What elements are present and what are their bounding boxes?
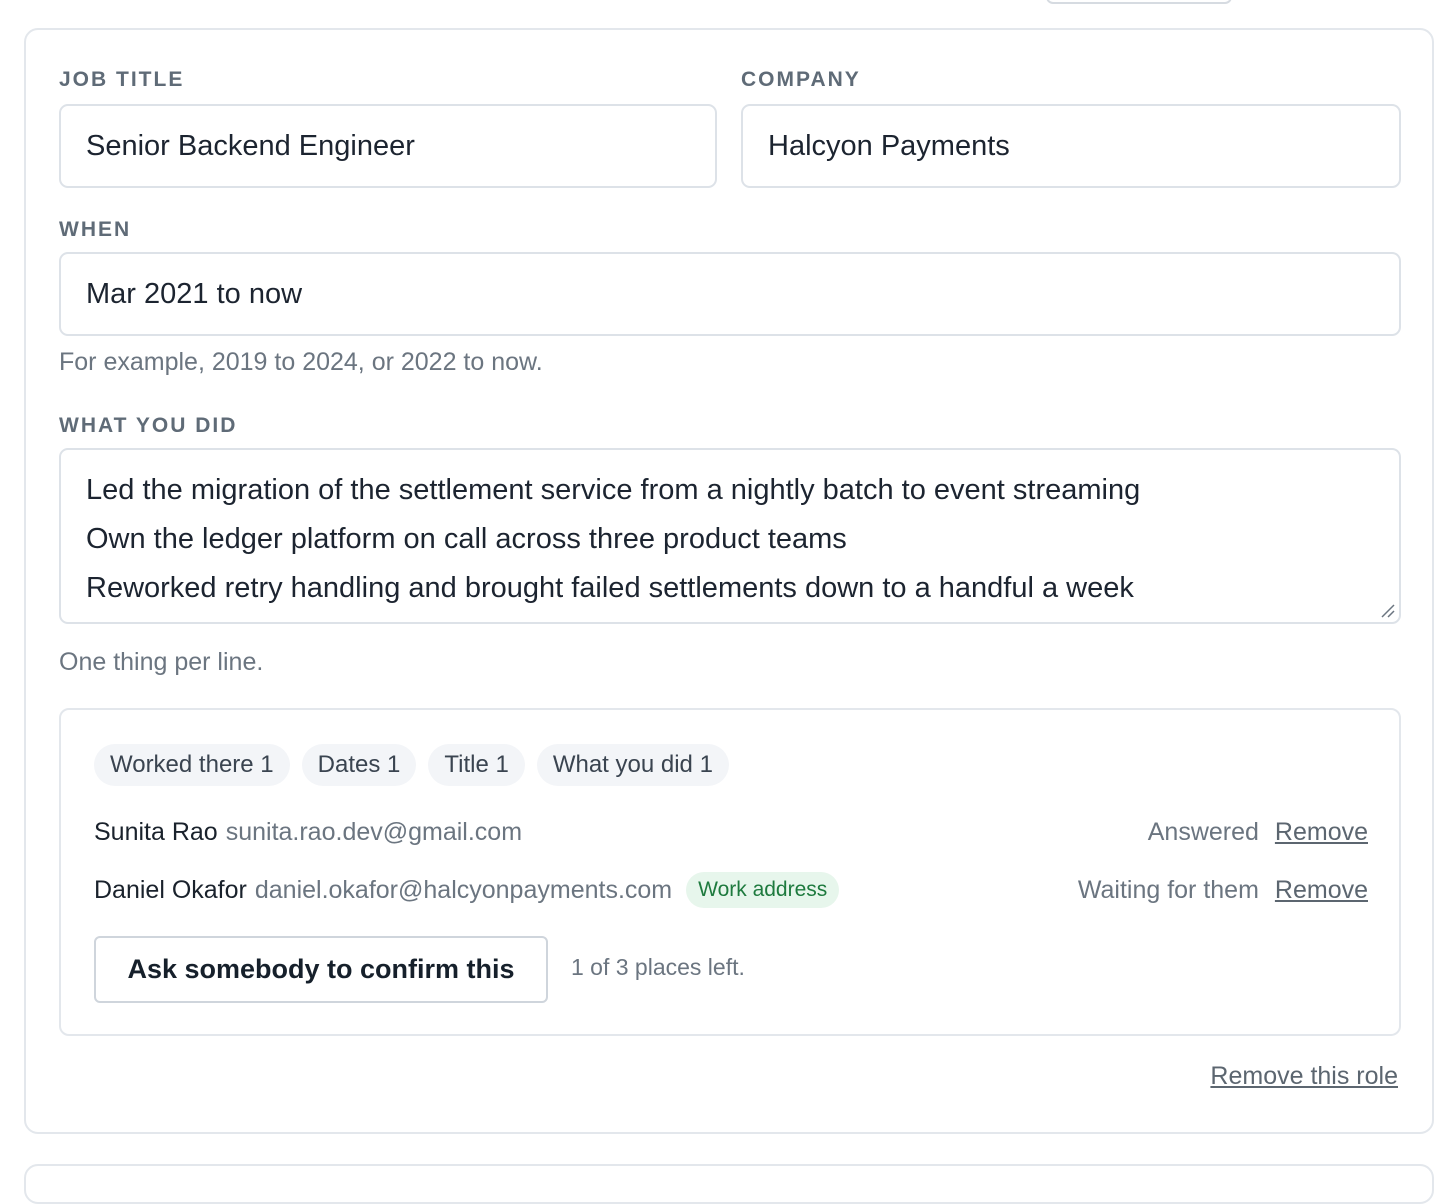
previous-button-edge <box>1046 0 1232 4</box>
remove-confirmer-link[interactable]: Remove <box>1275 876 1368 905</box>
when-input[interactable]: Mar 2021 to now <box>59 252 1401 336</box>
confirmer-row: Daniel Okafor daniel.okafor@halcyonpayme… <box>94 870 1368 910</box>
resize-handle-icon[interactable] <box>1379 602 1395 618</box>
remove-role-link[interactable]: Remove this role <box>1210 1062 1398 1091</box>
confirmation-chips: Worked there 1 Dates 1 Title 1 What you … <box>94 744 729 786</box>
when-label: WHEN <box>59 218 132 241</box>
chip-worked-there: Worked there 1 <box>94 744 290 786</box>
what-you-did-textarea[interactable]: Led the migration of the settlement serv… <box>59 448 1401 624</box>
confirmer-name: Sunita Rao <box>94 817 218 846</box>
confirmer-email: sunita.rao.dev@gmail.com <box>225 817 523 846</box>
work-address-badge: Work address <box>686 872 840 908</box>
confirmer-status: Answered <box>1147 817 1259 846</box>
confirmer-row: Sunita Rao sunita.rao.dev@gmail.com Answ… <box>94 812 1368 852</box>
chip-title: Title 1 <box>428 744 525 786</box>
what-you-did-label: WHAT YOU DID <box>59 414 238 437</box>
company-input[interactable]: Halcyon Payments <box>741 104 1401 188</box>
job-title-label: JOB TITLE <box>59 68 185 91</box>
remove-confirmer-link[interactable]: Remove <box>1275 818 1368 847</box>
job-title-input[interactable]: Senior Backend Engineer <box>59 104 717 188</box>
confirmer-status: Waiting for them <box>1077 875 1259 904</box>
next-role-card-edge <box>24 1164 1434 1204</box>
chip-what-you-did: What you did 1 <box>536 744 729 786</box>
role-card: JOB TITLE Senior Backend Engineer COMPAN… <box>24 28 1434 1134</box>
what-you-did-hint: One thing per line. <box>59 648 264 676</box>
what-line: Own the ledger platform on call across t… <box>86 523 847 555</box>
what-line: Reworked retry handling and brought fail… <box>86 572 1134 604</box>
ask-to-confirm-button[interactable]: Ask somebody to confirm this <box>94 936 548 1003</box>
confirmer-name: Daniel Okafor <box>94 875 247 904</box>
places-left-text: 1 of 3 places left. <box>571 954 745 980</box>
company-label: COMPANY <box>741 68 861 91</box>
what-line: Led the migration of the settlement serv… <box>86 474 1141 506</box>
chip-dates: Dates 1 <box>301 744 417 786</box>
confirmer-email: daniel.okafor@halcyonpayments.com <box>254 875 673 904</box>
when-hint: For example, 2019 to 2024, or 2022 to no… <box>59 348 543 376</box>
confirmation-panel: Worked there 1 Dates 1 Title 1 What you … <box>59 708 1401 1036</box>
